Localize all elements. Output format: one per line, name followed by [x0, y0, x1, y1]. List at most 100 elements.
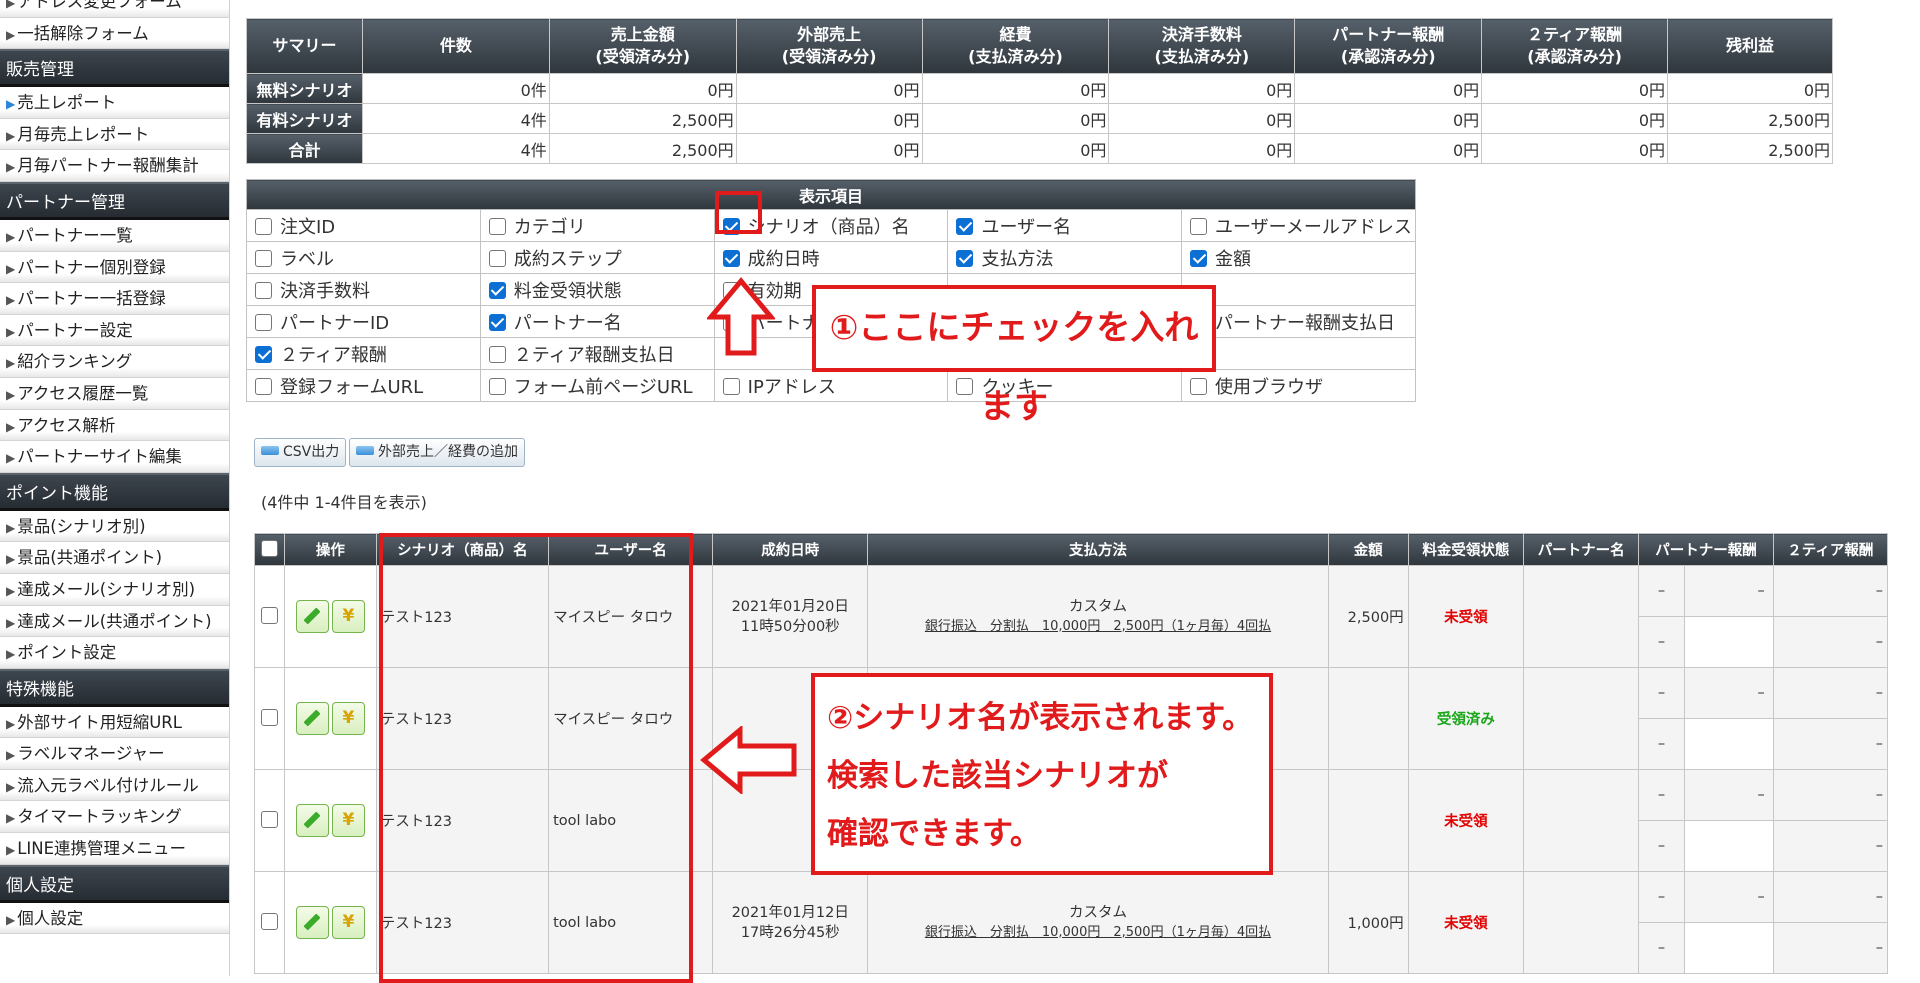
- display-item[interactable]: 料金受領状態: [479, 273, 715, 306]
- payment-button[interactable]: ¥: [331, 600, 365, 633]
- display-item-checkbox[interactable]: [488, 249, 506, 267]
- sidebar-item[interactable]: ▶ パートナーサイト編集: [0, 441, 229, 473]
- display-item[interactable]: 登録フォームURL: [246, 369, 481, 402]
- display-item[interactable]: ２ティア報酬: [246, 337, 481, 370]
- triangle-right-icon: ▶: [6, 552, 16, 567]
- display-item[interactable]: IPアドレス: [713, 369, 949, 402]
- partner-reward-cell: –: [1683, 871, 1774, 923]
- sidebar-item[interactable]: ▶ アクセス履歴一覧: [0, 377, 229, 410]
- display-item-checkbox[interactable]: [956, 249, 974, 267]
- sidebar-item[interactable]: ▶ パートナー一覧: [0, 219, 229, 252]
- display-item[interactable]: パートナー報酬支払日: [1181, 305, 1416, 338]
- edit-button[interactable]: [295, 702, 329, 735]
- sidebar-item[interactable]: ▶ 月毎売上レポート: [0, 118, 229, 151]
- display-item[interactable]: 注文ID: [246, 209, 481, 242]
- display-item[interactable]: [1181, 273, 1416, 306]
- display-item[interactable]: フォーム前ページURL: [479, 369, 715, 402]
- sidebar-item[interactable]: ▶ 月毎パートナー報酬集計: [0, 150, 229, 182]
- payment-detail-link[interactable]: 銀行振込 分割払 10,000円 2,500円（1ヶ月毎）4回払: [870, 617, 1325, 637]
- triangle-right-icon: ▶: [6, 419, 16, 434]
- display-item[interactable]: 成約日時: [713, 241, 949, 274]
- display-item-label: ユーザーメールアドレス: [1215, 216, 1412, 238]
- partner-reward-cell: –: [1638, 565, 1685, 617]
- display-item[interactable]: カテゴリ: [479, 209, 715, 242]
- display-item[interactable]: パートナー名: [479, 305, 715, 338]
- row-checkbox[interactable]: [261, 811, 278, 828]
- sidebar-item-label: 売上レポート: [17, 93, 117, 113]
- display-item-checkbox[interactable]: [255, 281, 272, 299]
- row-checkbox[interactable]: [261, 607, 278, 624]
- sidebar-item[interactable]: ▶ 外部サイト用短縮URL: [0, 706, 229, 739]
- display-item-checkbox[interactable]: [255, 377, 272, 395]
- display-item-checkbox[interactable]: [956, 217, 974, 235]
- sidebar-item[interactable]: ▶ ラベルマネージャー: [0, 738, 229, 770]
- display-item-label: 成約ステップ: [513, 248, 622, 270]
- display-item-checkbox[interactable]: [255, 345, 272, 363]
- sidebar-item[interactable]: ▶ 景品(共通ポイント): [0, 542, 229, 574]
- sidebar-item[interactable]: ▶ 一括解除フォーム: [0, 17, 229, 50]
- payment-detail-link[interactable]: 銀行振込 分割払 10,000円 2,500円（1ヶ月毎）4回払: [870, 923, 1325, 943]
- display-item[interactable]: 金額: [1181, 241, 1416, 274]
- summary-cell: 0円: [1108, 73, 1296, 104]
- display-item-checkbox[interactable]: [488, 313, 506, 331]
- payment-button[interactable]: ¥: [331, 906, 365, 939]
- display-item-checkbox[interactable]: [1190, 217, 1207, 235]
- select-all-checkbox[interactable]: [261, 540, 278, 557]
- display-item-checkbox[interactable]: [722, 377, 740, 395]
- sidebar-item[interactable]: ▶ アクセス解析: [0, 409, 229, 442]
- sidebar-item[interactable]: ▶ アドレス変更フォーム: [0, 0, 229, 18]
- display-item[interactable]: [1181, 337, 1416, 370]
- display-item[interactable]: ラベル: [246, 241, 481, 274]
- sidebar-item[interactable]: ▶ タイマートラッキング: [0, 801, 229, 834]
- edit-button[interactable]: [295, 600, 329, 633]
- payment-button[interactable]: ¥: [331, 702, 365, 735]
- edit-button[interactable]: [295, 804, 329, 837]
- sidebar-item-label: アドレス変更フォーム: [17, 0, 182, 11]
- sidebar-item[interactable]: ▶ 紹介ランキング: [0, 346, 229, 378]
- status-badge: 未受領: [1407, 871, 1525, 974]
- display-item-checkbox[interactable]: [488, 217, 506, 235]
- display-item-checkbox[interactable]: [255, 249, 272, 267]
- sidebar-item[interactable]: ▶ 売上レポート: [0, 87, 229, 119]
- sidebar-item[interactable]: ▶ パートナー個別登録: [0, 251, 229, 284]
- display-item[interactable]: 決済手数料: [246, 273, 481, 306]
- sidebar-item[interactable]: ▶ ポイント設定: [0, 637, 229, 669]
- display-item-checkbox[interactable]: [956, 377, 974, 395]
- triangle-right-icon: ▶: [6, 293, 16, 308]
- display-item[interactable]: ユーザー名: [947, 209, 1182, 242]
- display-item-checkbox[interactable]: [488, 281, 506, 299]
- display-item-checkbox[interactable]: [488, 377, 506, 395]
- partner-reward-cell: –: [1683, 769, 1774, 821]
- sidebar-item[interactable]: ▶ 達成メール(シナリオ別): [0, 573, 229, 606]
- sidebar-item[interactable]: ▶ 景品(シナリオ別): [0, 510, 229, 543]
- row-checkbox[interactable]: [261, 709, 278, 726]
- display-item-checkbox[interactable]: [1190, 377, 1207, 395]
- payment-button[interactable]: ¥: [331, 804, 365, 837]
- display-item[interactable]: パートナーID: [246, 305, 481, 338]
- display-item[interactable]: ユーザーメールアドレス: [1181, 209, 1416, 242]
- display-item-checkbox[interactable]: [1190, 249, 1207, 267]
- sidebar-item[interactable]: ▶ 達成メール(共通ポイント): [0, 605, 229, 638]
- summary-cell: 0円: [735, 133, 923, 164]
- sidebar-item[interactable]: ▶ LINE連携管理メニュー: [0, 833, 229, 865]
- display-item-checkbox[interactable]: [488, 345, 506, 363]
- display-item[interactable]: 使用ブラウザ: [1181, 369, 1416, 402]
- sidebar-item[interactable]: ▶ 流入元ラベル付けルール: [0, 769, 229, 802]
- display-item[interactable]: ２ティア報酬支払日: [479, 337, 715, 370]
- display-item-checkbox[interactable]: [722, 249, 740, 267]
- display-item-checkbox[interactable]: [255, 313, 272, 331]
- sidebar-item[interactable]: ▶ 個人設定: [0, 902, 229, 935]
- partner-reward-cell: [1683, 820, 1774, 872]
- row-checkbox[interactable]: [261, 913, 278, 930]
- edit-button[interactable]: [295, 906, 329, 939]
- display-item[interactable]: 支払方法: [947, 241, 1182, 274]
- display-item[interactable]: 成約ステップ: [479, 241, 715, 274]
- select-all-header[interactable]: [254, 533, 285, 566]
- display-item-checkbox[interactable]: [255, 217, 272, 235]
- sidebar-item-label: パートナー一括登録: [17, 289, 166, 309]
- sidebar-item[interactable]: ▶ パートナー一括登録: [0, 283, 229, 315]
- sidebar-item[interactable]: ▶ パートナー設定: [0, 314, 229, 347]
- add-external-sales-button[interactable]: 外部売上／経費の追加: [349, 438, 525, 467]
- csv-export-button[interactable]: CSV出力: [254, 438, 347, 467]
- display-item-label: カテゴリ: [513, 216, 586, 238]
